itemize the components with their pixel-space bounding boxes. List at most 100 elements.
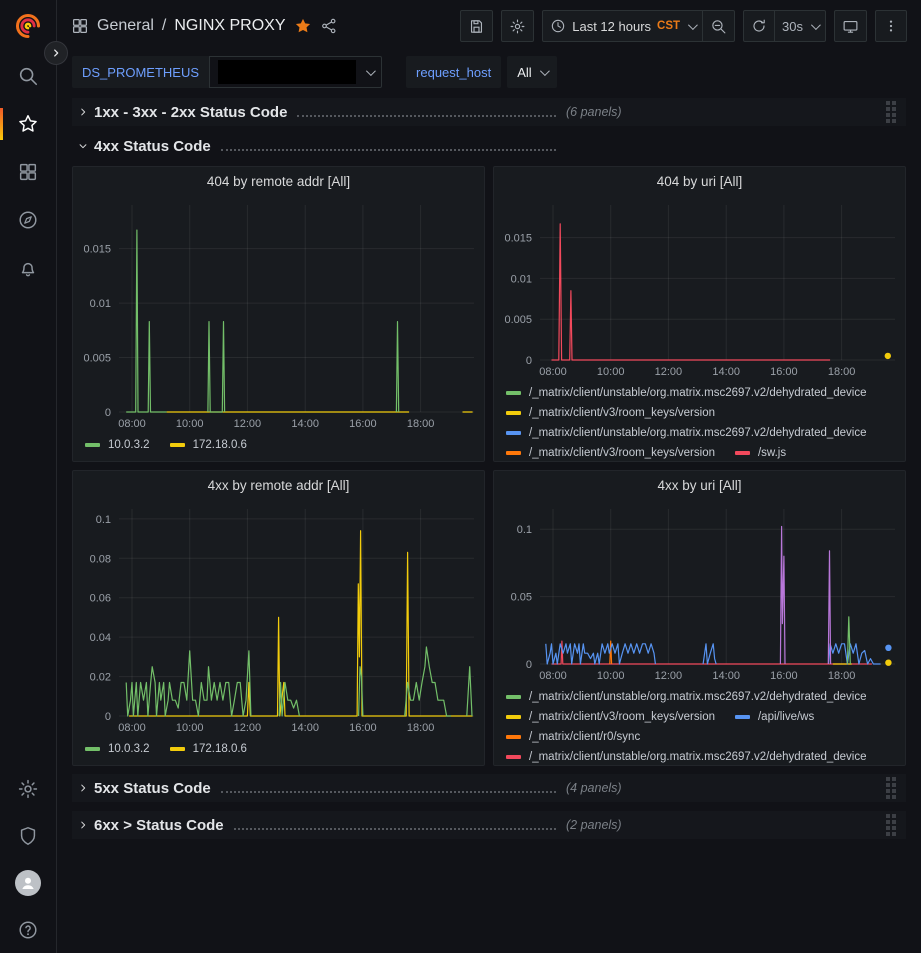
main-area: General / NGINX PROXY bbox=[57, 0, 921, 953]
panel-title[interactable]: 404 by remote addr [All] bbox=[73, 167, 484, 195]
row-drag-handle[interactable] bbox=[886, 101, 900, 123]
variables-bar: DS_PROMETHEUS request_host All bbox=[57, 52, 921, 92]
tv-mode-button[interactable] bbox=[834, 10, 867, 42]
chevron-down-icon bbox=[366, 66, 376, 76]
legend: 10.0.3.2 172.18.0.6 bbox=[73, 433, 484, 461]
request-host-select[interactable]: All bbox=[507, 56, 556, 88]
legend-swatch bbox=[170, 443, 185, 447]
svg-text:0.005: 0.005 bbox=[83, 353, 111, 365]
legend-label: /_matrix/client/unstable/org.matrix.msc2… bbox=[529, 383, 867, 403]
panel-404-by-uri: 404 by uri [All] 08:0010:0012:0014:0016:… bbox=[493, 166, 906, 462]
legend-item[interactable]: /_matrix/client/v3/room_keys/version bbox=[506, 403, 715, 423]
row-6xx[interactable]: 6xx > Status Code (2 panels) bbox=[72, 811, 906, 839]
svg-text:0.08: 0.08 bbox=[90, 553, 111, 565]
breadcrumb-separator: / bbox=[162, 17, 166, 35]
shield-icon bbox=[17, 825, 39, 847]
svg-text:0: 0 bbox=[526, 659, 532, 671]
monitor-icon bbox=[842, 18, 859, 35]
legend-item[interactable]: 10.0.3.2 bbox=[85, 739, 150, 759]
legend-swatch bbox=[506, 431, 521, 435]
row-5xx[interactable]: 5xx Status Code (4 panels) bbox=[72, 774, 906, 802]
row-1xx-3xx-2xx[interactable]: 1xx - 3xx - 2xx Status Code (6 panels) bbox=[72, 98, 906, 126]
legend-item[interactable]: /_matrix/client/v3/room_keys/version bbox=[506, 443, 715, 461]
favorite-star-icon[interactable] bbox=[294, 17, 312, 35]
zoom-out-icon bbox=[710, 18, 727, 35]
svg-text:0.06: 0.06 bbox=[90, 593, 111, 605]
svg-text:16:00: 16:00 bbox=[349, 418, 377, 430]
request-host-value: All bbox=[517, 65, 531, 80]
legend-item[interactable]: /sw.js bbox=[735, 443, 786, 461]
chart[interactable]: 08:0010:0012:0014:0016:0018:0000.0050.01… bbox=[494, 195, 905, 381]
grafana-logo-icon bbox=[14, 12, 42, 40]
share-icon[interactable] bbox=[320, 17, 338, 35]
sidebar-item-alerting[interactable] bbox=[0, 244, 57, 292]
chart[interactable]: 08:0010:0012:0014:0016:0018:0000.050.1 bbox=[494, 499, 905, 685]
svg-text:14:00: 14:00 bbox=[712, 670, 740, 682]
row-title: 1xx - 3xx - 2xx Status Code bbox=[94, 104, 287, 121]
chevron-down-icon bbox=[688, 20, 698, 30]
save-dashboard-button[interactable] bbox=[460, 10, 493, 42]
row-title-group: 4xx Status Code bbox=[94, 138, 566, 155]
svg-text:0.015: 0.015 bbox=[83, 244, 111, 256]
panel-title[interactable]: 404 by uri [All] bbox=[494, 167, 905, 195]
svg-text:0: 0 bbox=[105, 407, 111, 419]
legend-item[interactable]: /_matrix/client/v3/room_keys/version bbox=[506, 707, 715, 727]
panel-title[interactable]: 4xx by remote addr [All] bbox=[73, 471, 484, 499]
legend-item[interactable]: /_matrix/client/unstable/org.matrix.msc2… bbox=[506, 383, 867, 403]
legend-swatch bbox=[85, 747, 100, 751]
svg-text:0.005: 0.005 bbox=[504, 314, 532, 326]
chevron-right-icon bbox=[72, 783, 94, 793]
svg-text:08:00: 08:00 bbox=[118, 722, 146, 734]
chevron-down-icon bbox=[811, 20, 821, 30]
legend-item[interactable]: /_matrix/client/unstable/org.matrix.msc2… bbox=[506, 687, 867, 707]
sidebar-item-explore[interactable] bbox=[0, 196, 57, 244]
svg-text:0.01: 0.01 bbox=[511, 273, 532, 285]
chevron-right-icon bbox=[72, 107, 94, 117]
legend-item[interactable]: /_matrix/client/unstable/org.matrix.msc2… bbox=[506, 747, 867, 765]
legend-item[interactable]: 172.18.0.6 bbox=[170, 435, 247, 455]
sidebar-item-settings[interactable] bbox=[0, 765, 57, 812]
legend-label: /api/live/ws bbox=[758, 707, 814, 727]
svg-text:10:00: 10:00 bbox=[176, 722, 204, 734]
sidebar-item-dashboards[interactable] bbox=[0, 148, 57, 196]
dotted-leader bbox=[234, 828, 556, 830]
sidebar-expand-button[interactable] bbox=[44, 41, 68, 65]
svg-text:14:00: 14:00 bbox=[712, 366, 740, 378]
row-drag-handle[interactable] bbox=[886, 777, 900, 799]
row-title-group: 1xx - 3xx - 2xx Status Code bbox=[94, 104, 566, 121]
row-drag-handle[interactable] bbox=[886, 814, 900, 836]
sidebar-item-profile[interactable] bbox=[0, 859, 57, 906]
legend-item[interactable]: /_matrix/client/unstable/org.matrix.msc2… bbox=[506, 423, 867, 443]
row-panel-count: (6 panels) bbox=[566, 105, 622, 119]
legend-item[interactable]: 172.18.0.6 bbox=[170, 739, 247, 759]
chart[interactable]: 08:0010:0012:0014:0016:0018:0000.0050.01… bbox=[73, 195, 484, 433]
refresh-group: 30s bbox=[743, 10, 826, 42]
row-panel-count: (2 panels) bbox=[566, 818, 622, 832]
ds-prometheus-select[interactable] bbox=[209, 56, 382, 88]
row-panel-count: (4 panels) bbox=[566, 781, 622, 795]
breadcrumb-folder[interactable]: General bbox=[97, 17, 154, 35]
legend-item[interactable]: 10.0.3.2 bbox=[85, 435, 150, 455]
dashboard-toolbar: General / NGINX PROXY bbox=[57, 0, 921, 52]
time-range-label: Last 12 hours bbox=[572, 19, 651, 34]
row-title: 5xx Status Code bbox=[94, 780, 211, 797]
legend-item[interactable]: /api/live/ws bbox=[735, 707, 814, 727]
chart[interactable]: 08:0010:0012:0014:0016:0018:0000.020.040… bbox=[73, 499, 484, 737]
sidebar-item-help[interactable] bbox=[0, 906, 57, 953]
legend-swatch bbox=[506, 695, 521, 699]
time-range-button[interactable]: Last 12 hours CST bbox=[542, 10, 703, 42]
zoom-out-button[interactable] bbox=[703, 10, 735, 42]
sidebar-item-starred[interactable] bbox=[0, 100, 57, 148]
legend-swatch bbox=[506, 411, 521, 415]
svg-text:10:00: 10:00 bbox=[597, 670, 625, 682]
refresh-button[interactable] bbox=[743, 10, 775, 42]
panel-title[interactable]: 4xx by uri [All] bbox=[494, 471, 905, 499]
row-4xx[interactable]: 4xx Status Code bbox=[72, 132, 906, 160]
legend-item[interactable]: /_matrix/client/r0/sync bbox=[506, 727, 640, 747]
legend-label: /_matrix/client/unstable/org.matrix.msc2… bbox=[529, 423, 867, 443]
more-options-button[interactable] bbox=[875, 10, 907, 42]
svg-text:0.02: 0.02 bbox=[90, 672, 111, 684]
dashboard-settings-button[interactable] bbox=[501, 10, 534, 42]
refresh-interval-button[interactable]: 30s bbox=[775, 10, 826, 42]
sidebar-item-server-admin[interactable] bbox=[0, 812, 57, 859]
